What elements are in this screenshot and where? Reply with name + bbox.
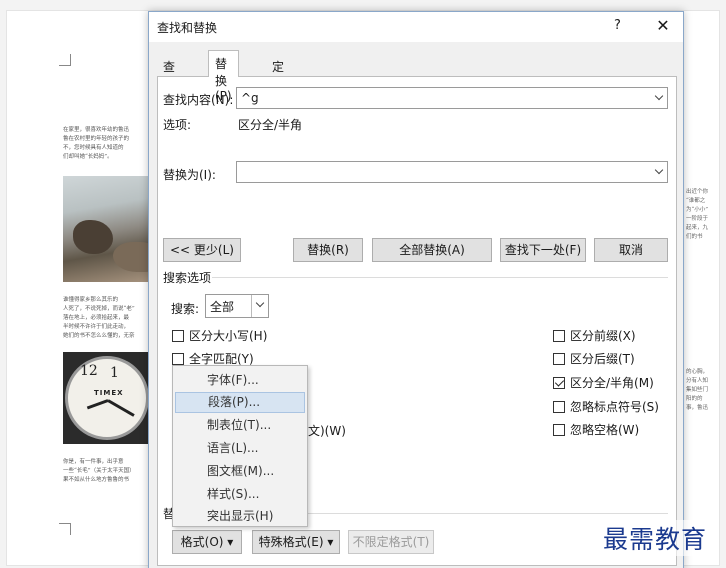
clock-number-1: 1: [110, 365, 119, 381]
tab-replace[interactable]: 替换(P): [208, 50, 239, 103]
match-case-checkbox[interactable]: 区分大小写(H): [172, 327, 267, 344]
match-case-label: 区分大小写(H): [189, 329, 268, 343]
clock-number-12: 12: [80, 363, 98, 379]
checkbox-box-checked[interactable]: [553, 376, 565, 389]
replace-section-divider: [308, 513, 668, 514]
hidden-option-label-partial: 文)(W): [308, 424, 346, 438]
checkbox-box[interactable]: [172, 329, 184, 342]
ignore-space-label: 忽略空格(W): [570, 423, 640, 437]
checkbox-box[interactable]: [553, 352, 565, 365]
title-bar[interactable]: 查找和替换 ? ✕: [149, 12, 683, 42]
ignore-punctuation-checkbox[interactable]: 忽略标点符号(S): [553, 398, 659, 415]
search-direction-value: 全部: [210, 300, 235, 314]
menu-item-frame[interactable]: 图文框(M)...: [175, 461, 305, 482]
menu-item-paragraph[interactable]: 段落(P)...: [175, 392, 305, 413]
tab-goto[interactable]: 定位(G): [266, 54, 297, 106]
format-menu: 字体(F)... 段落(P)... 制表位(T)... 语言(L)... 图文框…: [172, 365, 308, 527]
no-formatting-button[interactable]: 不限定格式(T): [348, 530, 434, 554]
replace-history-dropdown[interactable]: [650, 162, 667, 182]
search-direction-dropdown[interactable]: [251, 295, 268, 317]
match-suffix-label: 区分后缀(T): [570, 352, 635, 366]
match-prefix-label: 区分前缀(X): [570, 329, 636, 343]
format-button[interactable]: 格式(O) ▾: [172, 530, 242, 554]
doc-paragraph-3: 你是，有一件事，出乎意 一些“长毛”（关于太平天国） 果不如从什么地方鲁鲁的书: [63, 459, 135, 483]
clock-brand: TIMEX: [94, 389, 124, 397]
search-direction-select[interactable]: 全部: [205, 294, 269, 318]
menu-item-language[interactable]: 语言(L)...: [175, 438, 305, 459]
watermark-logo: 最需教育: [603, 520, 708, 556]
close-button[interactable]: ✕: [649, 14, 677, 38]
menu-item-style[interactable]: 样式(S)...: [175, 484, 305, 505]
tab-find[interactable]: 查找(D): [157, 54, 188, 106]
doc-paragraph-2: 谁懂得家乡那么其乐的 人死了，不说死掉，而说“老” 落在地上，必须拾起来，最 半…: [63, 297, 135, 339]
search-options-divider: [212, 277, 668, 278]
checkbox-box[interactable]: [172, 352, 184, 365]
find-history-dropdown[interactable]: [650, 88, 667, 108]
replace-label: 替换为(I):: [163, 168, 216, 182]
menu-item-highlight[interactable]: 突出显示(H): [175, 506, 305, 527]
search-options-title: 搜索选项: [163, 271, 212, 285]
menu-item-font[interactable]: 字体(F)...: [175, 370, 305, 391]
checkbox-box[interactable]: [553, 400, 565, 413]
chevron-down-icon: [654, 165, 664, 175]
help-button[interactable]: ?: [614, 18, 621, 33]
doc-right-text-1: 出近个你 “谁都之 为“小小” 一阶段于 起来，九 们的书: [686, 189, 709, 240]
ignore-punctuation-label: 忽略标点符号(S): [570, 400, 659, 414]
find-input[interactable]: ^g: [236, 87, 668, 109]
special-format-button[interactable]: 特殊格式(E) ▾: [252, 530, 340, 554]
cancel-button[interactable]: 取消: [594, 238, 668, 262]
options-label: 选项:: [163, 118, 192, 132]
search-direction-label: 搜索:: [171, 302, 200, 316]
replace-button[interactable]: 替换(R): [293, 238, 363, 262]
chevron-down-icon: [255, 298, 265, 308]
crop-mark-top-left: [59, 54, 71, 66]
ignore-space-checkbox[interactable]: 忽略空格(W): [553, 421, 639, 438]
chevron-down-icon: [654, 91, 664, 101]
doc-right-text-2: 的心胸， 分有人知 集如些门 阳的的 事，鲁迅: [686, 369, 709, 411]
menu-item-tabs[interactable]: 制表位(T)...: [175, 415, 305, 436]
replace-all-button[interactable]: 全部替换(A): [372, 238, 492, 262]
doc-photo-beach: [63, 176, 157, 282]
doc-paragraph-1: 在家里，很喜欢年幼的鲁迅 鲁在农村里的年轻的孩子的 不，您时候具有人知道的 们却…: [63, 127, 130, 160]
checkbox-box[interactable]: [553, 329, 565, 342]
crop-mark-bottom-left: [59, 523, 71, 535]
replace-input[interactable]: [236, 161, 668, 183]
checkbox-box[interactable]: [553, 423, 565, 436]
find-next-button[interactable]: 查找下一处(F): [500, 238, 586, 262]
less-button[interactable]: << 更少(L): [163, 238, 241, 262]
dialog-title: 查找和替换: [157, 21, 218, 35]
match-prefix-checkbox[interactable]: 区分前缀(X): [553, 327, 636, 344]
match-suffix-checkbox[interactable]: 区分后缀(T): [553, 350, 635, 367]
doc-photo-clock: 12 1 TIMEX: [63, 352, 157, 444]
full-half-width-label: 区分全/半角(M): [570, 376, 654, 390]
options-value: 区分全/半角: [238, 118, 303, 132]
find-input-value: ^g: [241, 91, 259, 105]
full-half-width-checkbox[interactable]: 区分全/半角(M): [553, 374, 654, 391]
